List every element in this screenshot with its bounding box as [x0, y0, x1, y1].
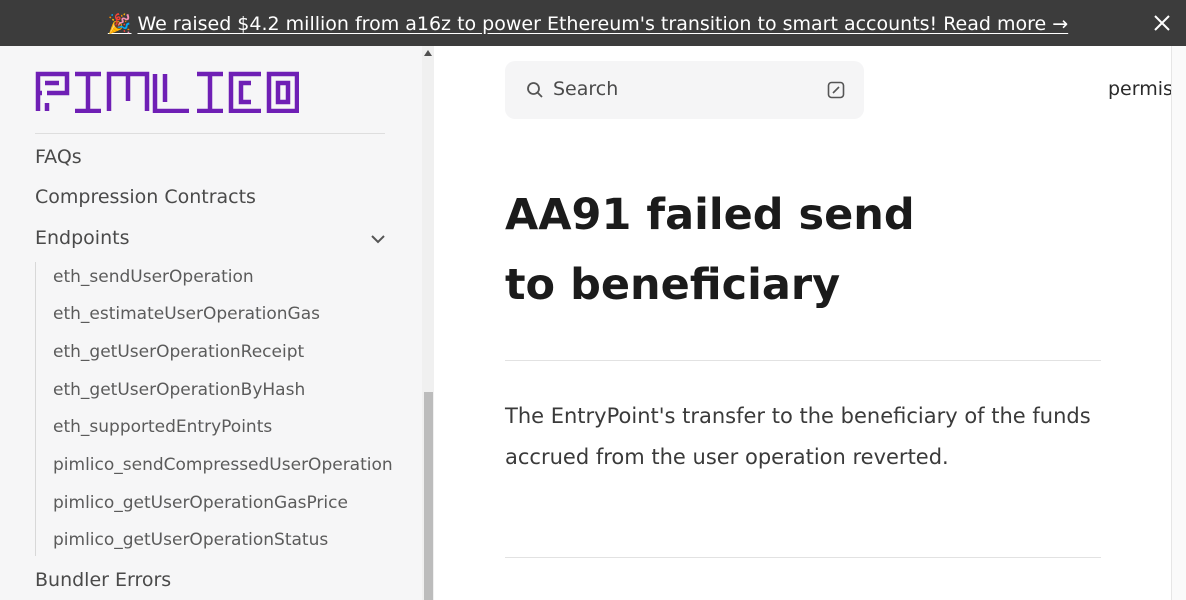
divider: [505, 557, 1101, 558]
edit-icon: [827, 81, 845, 99]
sidebar-divider: [35, 133, 385, 134]
search-box[interactable]: Search: [505, 61, 864, 119]
sidebar-subitem[interactable]: pimlico_sendCompressedUserOperation: [53, 455, 393, 475]
sidebar-subitem[interactable]: eth_getUserOperationReceipt: [53, 342, 304, 362]
sidebar-subitem[interactable]: eth_supportedEntryPoints: [53, 417, 272, 437]
announcement-banner: 🎉 We raised $4.2 million from a16z to pow…: [0, 0, 1186, 46]
page-description: The EntryPoint's transfer to the benefic…: [505, 404, 1091, 469]
sidebar-subitem[interactable]: eth_estimateUserOperationGas: [53, 304, 320, 324]
nav-link-permissionless[interactable]: permis: [1108, 78, 1173, 100]
search-icon: [527, 82, 543, 98]
sidebar-item-endpoints[interactable]: Endpoints: [35, 227, 129, 249]
party-popper-icon: 🎉: [107, 12, 132, 35]
sidebar-subitem[interactable]: pimlico_getUserOperationStatus: [53, 530, 328, 550]
page-scrollbar[interactable]: [1171, 46, 1186, 600]
sidebar: FAQs Compression Contracts Endpoints eth…: [0, 46, 422, 600]
divider: [505, 360, 1101, 361]
announcement-link[interactable]: 🎉 We raised $4.2 million from a16z to pow…: [108, 12, 1068, 35]
sidebar-subitem[interactable]: eth_sendUserOperation: [53, 267, 254, 287]
announcement-text: We raised $4.2 million from a16z to powe…: [137, 12, 1069, 35]
pimlico-logo[interactable]: [35, 71, 299, 113]
endpoints-rail: [35, 262, 36, 556]
scroll-up-arrow-icon[interactable]: [424, 50, 432, 56]
search-label: Search: [553, 78, 619, 100]
sidebar-subitem[interactable]: eth_getUserOperationByHash: [53, 380, 305, 400]
chevron-down-icon[interactable]: [370, 233, 386, 245]
sidebar-item-compression-contracts[interactable]: Compression Contracts: [35, 186, 256, 208]
close-icon[interactable]: [1152, 13, 1172, 33]
sidebar-subitem[interactable]: pimlico_getUserOperationGasPrice: [53, 493, 348, 513]
sidebar-item-bundler-errors[interactable]: Bundler Errors: [35, 569, 171, 591]
sidebar-item-faqs[interactable]: FAQs: [35, 146, 82, 168]
sidebar-scrollbar-thumb[interactable]: [424, 392, 433, 600]
page-title: AA91 failed send to beneficiary: [505, 190, 915, 310]
